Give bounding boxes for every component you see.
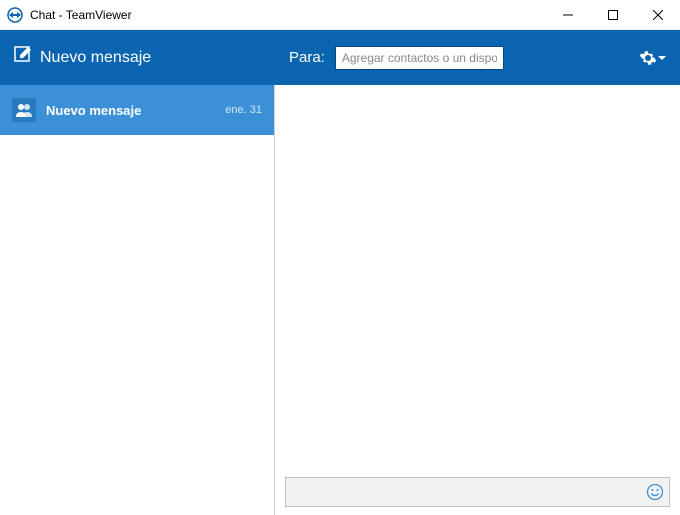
minimize-button[interactable] <box>545 0 590 30</box>
window-controls <box>545 0 680 29</box>
chevron-down-icon <box>658 54 666 62</box>
conversation-sidebar: Nuevo mensaje ene. 31 <box>0 85 275 515</box>
app-icon <box>6 6 24 24</box>
conversation-item[interactable]: Nuevo mensaje ene. 31 <box>0 85 274 135</box>
new-message-label: Nuevo mensaje <box>40 49 151 67</box>
to-label: Para: <box>289 49 325 66</box>
smiley-icon <box>646 483 664 501</box>
chat-panel <box>275 85 680 515</box>
message-input[interactable] <box>285 477 670 507</box>
messages-area <box>275 85 680 469</box>
conversation-title: Nuevo mensaje <box>46 103 215 118</box>
window-title: Chat - TeamViewer <box>30 8 545 22</box>
titlebar: Chat - TeamViewer <box>0 0 680 30</box>
group-icon <box>12 98 36 122</box>
gear-icon <box>639 49 657 67</box>
compose-icon <box>14 46 32 69</box>
close-button[interactable] <box>635 0 680 30</box>
header-bar: Nuevo mensaje Para: <box>0 30 680 85</box>
recipient-input[interactable] <box>335 46 504 70</box>
content: Nuevo mensaje ene. 31 <box>0 85 680 515</box>
maximize-button[interactable] <box>590 0 635 30</box>
conversation-date: ene. 31 <box>225 104 262 116</box>
header-right: Para: <box>275 30 680 85</box>
settings-button[interactable] <box>639 49 666 67</box>
compose-bar <box>275 469 680 515</box>
emoji-button[interactable] <box>646 483 664 501</box>
new-message-button[interactable]: Nuevo mensaje <box>0 30 275 85</box>
